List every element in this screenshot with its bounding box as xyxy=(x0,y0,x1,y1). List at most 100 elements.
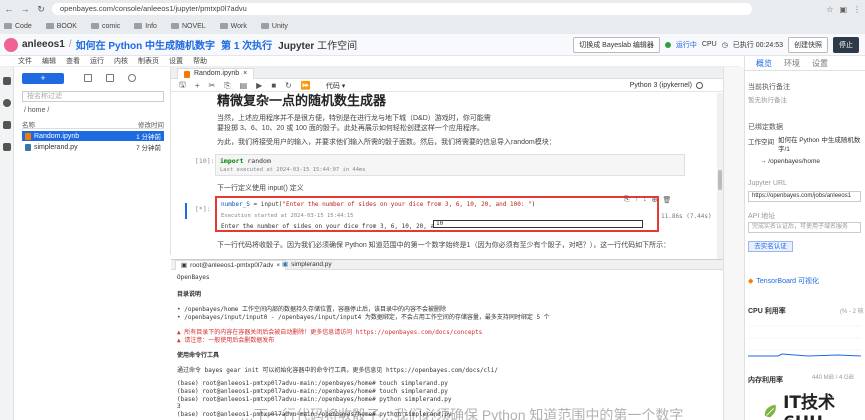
execution-link[interactable]: 第 1 次执行 xyxy=(221,37,272,52)
cell-type-select[interactable]: 代码 ▾ xyxy=(326,81,345,91)
watermark-logo-icon xyxy=(764,404,776,417)
current-note-label: 当前执行备注 xyxy=(748,84,790,91)
project-link[interactable]: 如何在 Python 中生成随机数字 xyxy=(76,37,215,52)
menu-view[interactable]: 查看 xyxy=(66,56,80,66)
memory-usage-value: 440 MiB / 4 GiB xyxy=(812,375,855,381)
new-folder-icon[interactable] xyxy=(84,74,92,82)
bookmark-comic[interactable]: comic xyxy=(90,23,120,30)
extension-icon[interactable] xyxy=(3,143,11,151)
user-link[interactable]: anleeos1 xyxy=(22,39,65,50)
file-row-random-ipynb[interactable]: Random.ipynb 1 分钟前 xyxy=(22,131,164,141)
menu-run[interactable]: 运行 xyxy=(90,56,104,66)
bookmark-unity[interactable]: Unity xyxy=(260,23,288,30)
upload-icon[interactable] xyxy=(106,74,114,82)
workspace-desc[interactable]: 如何在 Python 中生成随机数字/1 xyxy=(778,136,862,154)
left-activity-bar xyxy=(0,67,14,420)
bookmark-book[interactable]: BOOK xyxy=(45,23,77,30)
terminal-line: 通过命令 bayes gear init 可以初始化容器中的命令行工具，更多信息… xyxy=(177,367,499,375)
cut-icon[interactable]: ✂ xyxy=(209,81,216,90)
bookmark-info[interactable]: Info xyxy=(134,23,157,30)
terminal-output[interactable]: OpenBayes 目录说明 • /openbayes/home 工作空间内部的数据… xyxy=(171,270,723,420)
star-icon[interactable]: ☆ xyxy=(826,5,833,14)
stop-button[interactable]: 停止 xyxy=(833,36,859,53)
breadcrumb[interactable]: / home / xyxy=(24,107,49,114)
paste-icon[interactable]: ▤ xyxy=(240,81,248,90)
menu-edit[interactable]: 编辑 xyxy=(42,56,56,66)
api-field: 完成实名认证后，可使用子域名服务 xyxy=(748,222,861,233)
menu-help[interactable]: 帮助 xyxy=(193,56,207,66)
file-row-simplerand-py[interactable]: simplerand.py 7 分钟前 xyxy=(22,142,164,152)
execution-status: Last executed at 2024-03-15 15:44:07 in … xyxy=(220,167,366,173)
file-list-header: 名称 修改时间 xyxy=(22,119,164,129)
status-text: 运行中 xyxy=(675,41,697,49)
column-name[interactable]: 名称 xyxy=(22,119,35,129)
file-filter-input[interactable]: 按名称过滤 xyxy=(22,91,164,102)
terminal-line: ▲ 请注意：一般使用后会删数据发布 xyxy=(177,336,275,344)
menu-file[interactable]: 文件 xyxy=(18,56,32,66)
menu-icon[interactable]: ⋮ xyxy=(853,5,861,14)
reload-icon[interactable]: ↻ xyxy=(36,4,46,14)
running-icon[interactable] xyxy=(3,99,11,107)
tensorboard-link[interactable]: ◆ TensorBoard 可视化 xyxy=(748,276,819,286)
url-input[interactable]: openbayes.com/console/anleeos1/jupyter/p… xyxy=(52,3,752,15)
menu-kernel[interactable]: 内核 xyxy=(114,56,128,66)
delete-icon[interactable]: 🗑 xyxy=(662,196,671,204)
file-name: simplerand.py xyxy=(34,143,78,151)
bookmark-code[interactable]: Code xyxy=(4,23,32,30)
bookmark-novel[interactable]: NOVEL xyxy=(170,23,206,30)
folder-icon[interactable] xyxy=(3,77,11,85)
menu-settings[interactable]: 设置 xyxy=(169,56,183,66)
column-modified[interactable]: 修改时间 xyxy=(138,119,164,129)
move-down-icon[interactable]: ↓ xyxy=(643,196,647,204)
save-icon[interactable]: 🖫 xyxy=(179,79,186,93)
scrollbar-thumb[interactable] xyxy=(718,170,722,190)
restart-icon[interactable]: ↻ xyxy=(285,81,292,90)
tensorboard-label: TensorBoard 可视化 xyxy=(756,278,820,285)
tab-random-ipynb[interactable]: Random.ipynb × xyxy=(177,68,255,79)
verify-identity-button[interactable]: 去实名认证 xyxy=(748,241,793,252)
run-icon[interactable]: ▶ xyxy=(256,81,262,90)
commands-icon[interactable] xyxy=(3,121,11,129)
add-cell-icon[interactable]: + xyxy=(195,81,200,90)
stop-icon[interactable]: ■ xyxy=(271,81,276,90)
terminal-tabbar: ▣ root@anleeos1-pmtxp0l7adv × ▣ simplera… xyxy=(171,259,723,270)
back-icon[interactable]: ← xyxy=(4,4,14,14)
bookmark-work[interactable]: Work xyxy=(219,23,247,30)
file-modified: 7 分钟前 xyxy=(136,145,161,152)
browser-actions: ☆ ▣ ⋮ xyxy=(826,5,861,14)
menu-tabs[interactable]: 制表页 xyxy=(138,56,159,66)
insert-above-icon[interactable]: ⊕ xyxy=(652,196,658,204)
create-snapshot-button[interactable]: 创建快照 xyxy=(788,36,828,53)
tab-simplerand-py[interactable]: ▣ simplerand.py xyxy=(277,260,337,270)
avatar[interactable] xyxy=(4,37,18,52)
extensions-icon[interactable]: ▣ xyxy=(839,5,847,14)
run-all-icon[interactable]: ⏩ xyxy=(301,81,311,90)
new-launcher-button[interactable]: + xyxy=(22,73,64,84)
copy-icon[interactable]: ⎘ xyxy=(224,81,230,91)
folder-icon xyxy=(219,23,228,29)
stdin-input[interactable]: 10 xyxy=(433,220,643,228)
memory-usage-label: 内存利用率 xyxy=(748,377,783,384)
tab-settings[interactable]: 设置 xyxy=(812,58,828,69)
tab-overview[interactable]: 概览 xyxy=(756,58,772,69)
code-cell[interactable]: import random Last executed at 2024-03-1… xyxy=(215,154,685,176)
workspace-item: 工作空间 xyxy=(748,139,774,146)
watermark-text: IT技术6HU xyxy=(783,393,835,420)
tab-label: simplerand.py xyxy=(291,261,332,268)
switch-editor-button[interactable]: 切换成 Bayeslab 编辑器 xyxy=(573,36,660,53)
refresh-icon[interactable] xyxy=(128,74,136,82)
cell-type-value: 代码 xyxy=(325,82,340,90)
close-icon[interactable]: × xyxy=(243,69,247,79)
kernel-indicator[interactable]: Python 3 (ipykernel) xyxy=(630,82,703,89)
cpu-usage-value: (% - 2 核 xyxy=(840,309,864,315)
tab-label: root@anleeos1-pmtxp0l7adv xyxy=(190,261,274,269)
jupyter-url-field[interactable]: https://openbayes.com/jobs/anleeos1 xyxy=(748,191,861,202)
runtime-text: 已执行 00:24:53 xyxy=(732,41,783,49)
forward-icon[interactable]: → xyxy=(20,4,30,14)
tab-environment[interactable]: 环境 xyxy=(784,58,800,69)
current-note-placeholder[interactable]: 暂无执行备注 xyxy=(748,94,787,104)
move-up-icon[interactable]: ↑ xyxy=(635,196,639,204)
copy-icon[interactable]: ⎘ xyxy=(624,196,630,204)
tab-terminal[interactable]: ▣ root@anleeos1-pmtxp0l7adv × xyxy=(175,260,287,270)
bookmarks-bar: Code BOOK comic Info NOVEL Work Unity xyxy=(4,20,288,32)
